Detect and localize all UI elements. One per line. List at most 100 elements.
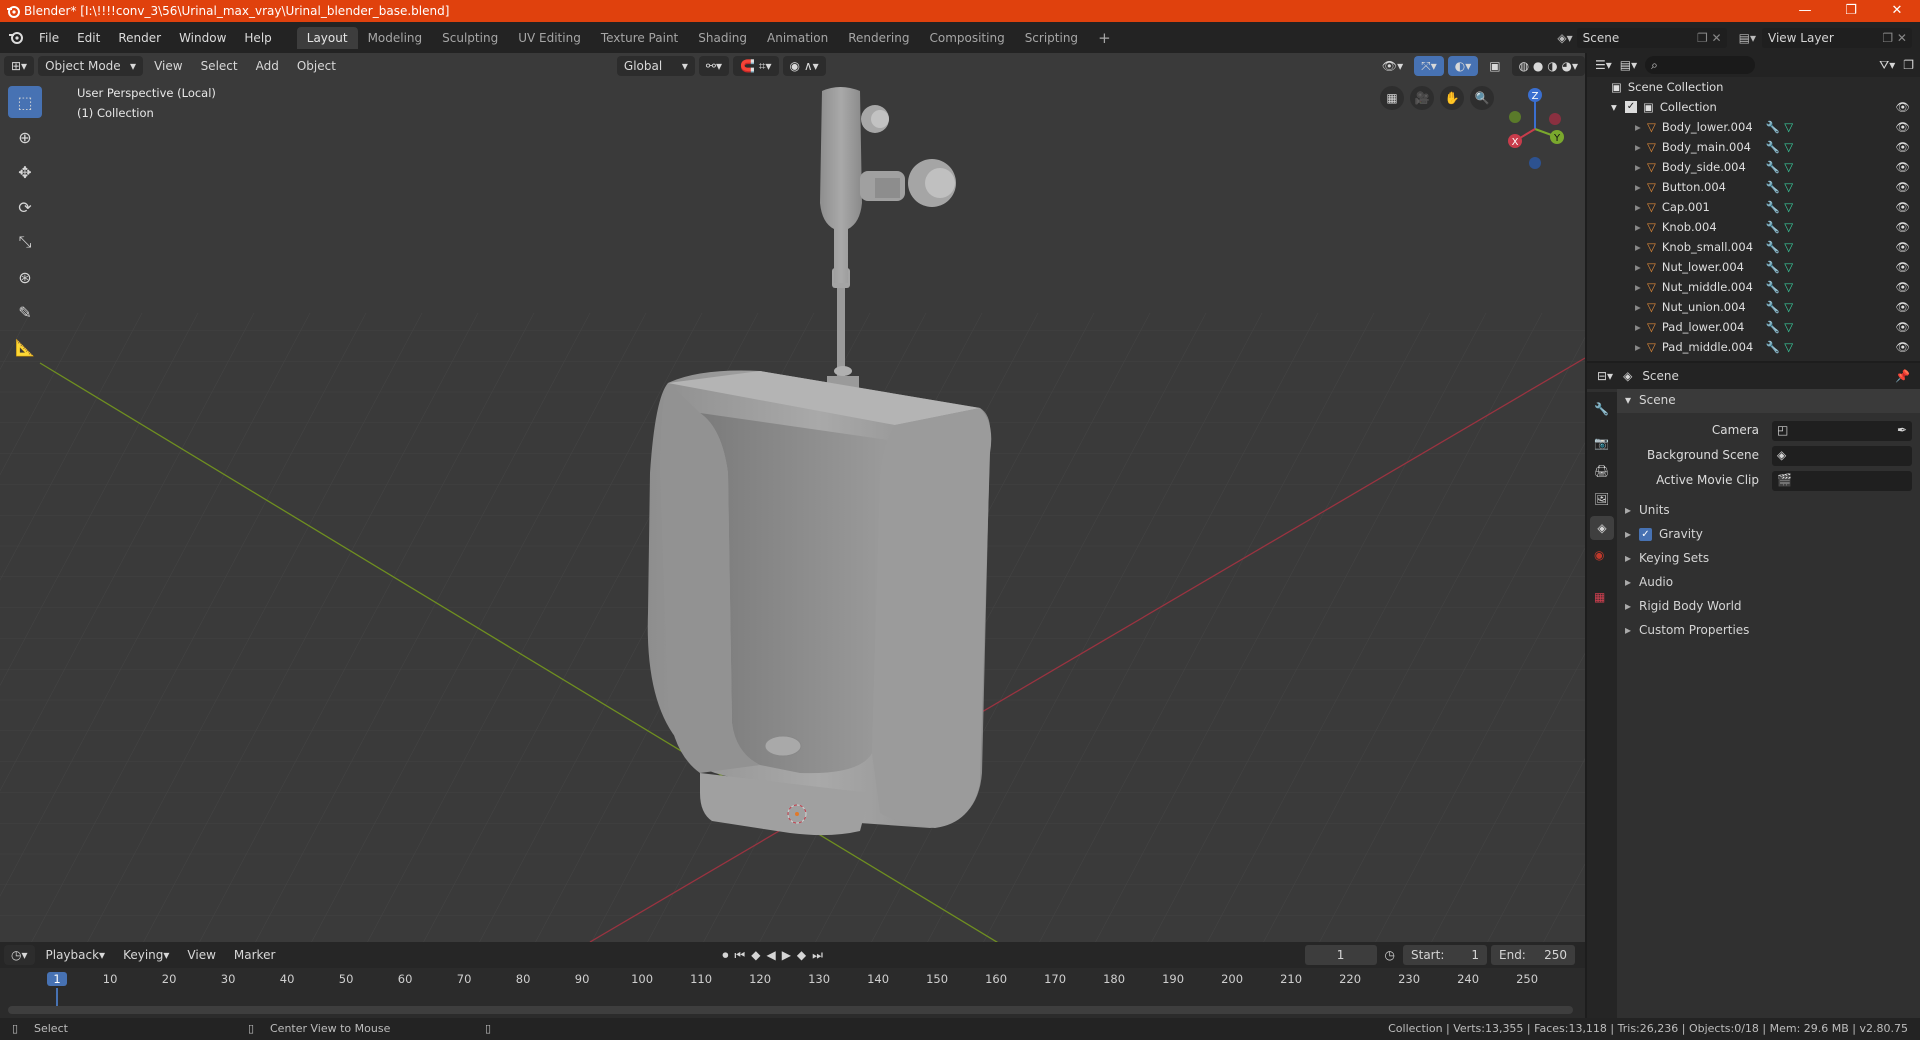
tab-compositing[interactable]: Compositing [919, 27, 1014, 49]
tab-world[interactable]: ◉ [1594, 548, 1604, 562]
urinal-model[interactable] [647, 370, 992, 836]
add-workspace-button[interactable]: + [1088, 25, 1121, 51]
timeline-menu-playback[interactable]: Playback ▾ [39, 945, 113, 965]
orientation-dropdown[interactable]: Global ▾ [616, 56, 695, 76]
outliner-object-row[interactable]: ▸ ▽ Pad_middle.004 🔧 ▽ 👁 [1587, 337, 1920, 357]
minimize-button[interactable]: — [1782, 0, 1828, 22]
eye-icon[interactable]: 👁 [1895, 180, 1910, 194]
eye-icon[interactable]: 👁 [1895, 120, 1910, 134]
scene-panel-header[interactable]: ▾ Scene [1617, 389, 1920, 413]
outliner-object-row[interactable]: ▸ ▽ Body_main.004 🔧 ▽ 👁 [1587, 137, 1920, 157]
eye-icon[interactable]: 👁 [1895, 100, 1910, 114]
select-box-tool[interactable]: ⬚ [8, 86, 42, 118]
new-collection-icon[interactable]: ❐ [1903, 58, 1914, 72]
mesh-data-icon[interactable]: ▽ [1784, 220, 1793, 234]
tab-modeling[interactable]: Modeling [358, 27, 433, 49]
gravity-checkbox[interactable]: ✓ [1639, 528, 1652, 541]
navigation-gizmo[interactable]: Z Y X [1495, 81, 1565, 171]
overlay-toggle-button[interactable]: ◐▾ [1447, 56, 1479, 76]
gizmo-toggle-button[interactable]: ⤧▾ [1414, 56, 1444, 76]
mesh-data-icon[interactable]: ▽ [1784, 300, 1793, 314]
menu-file[interactable]: File [30, 31, 68, 45]
grid-view-icon[interactable]: ▦ [1380, 86, 1404, 110]
mesh-data-icon[interactable]: ▽ [1784, 240, 1793, 254]
outliner-object-row[interactable]: ▸ ▽ Knob.004 🔧 ▽ 👁 [1587, 217, 1920, 237]
clock-icon[interactable]: ◷ [1385, 948, 1395, 962]
scale-tool[interactable]: ⤡ [8, 226, 42, 258]
eye-icon[interactable]: 👁 [1895, 280, 1910, 294]
tab-tool[interactable]: 🔧 [1594, 402, 1609, 416]
shading-mode-buttons[interactable]: ◍ ● ◑ ◕▾ [1511, 56, 1585, 76]
display-mode-icon[interactable]: ▤▾ [1620, 58, 1637, 72]
outliner-collection[interactable]: ▾ ✓ ▣ Collection 👁 [1587, 97, 1920, 117]
3d-viewport[interactable]: ⊞▾ Object Mode ▾ View Select Add Object G… [0, 53, 1585, 942]
expand-arrow-icon[interactable]: ▸ [1635, 260, 1647, 274]
tab-scene[interactable]: ◈ [1590, 516, 1614, 540]
pivot-point-button[interactable]: ⚯▾ [698, 56, 729, 76]
mesh-data-icon[interactable]: ▽ [1784, 120, 1793, 134]
view-layer-close-icon[interactable]: ❐ ✕ [1882, 28, 1912, 48]
expand-arrow-icon[interactable]: ▸ [1635, 200, 1647, 214]
expand-arrow-icon[interactable]: ▸ [1635, 280, 1647, 294]
modifier-wrench-icon[interactable]: 🔧 [1766, 220, 1780, 234]
menu-render[interactable]: Render [109, 31, 170, 45]
outliner-object-row[interactable]: ▸ ▽ Body_lower.004 🔧 ▽ 👁 [1587, 117, 1920, 137]
scene-close-icon[interactable]: ❐ ✕ [1697, 28, 1727, 48]
outliner-object-row[interactable]: ▸ ▽ Knob_small.004 🔧 ▽ 👁 [1587, 237, 1920, 257]
timeline-editor-type-button[interactable]: ◷▾ [4, 945, 35, 965]
active-movie-clip-field[interactable]: 🎬 [1772, 471, 1912, 491]
subpanel-audio[interactable]: ▸ Audio [1617, 572, 1920, 594]
annotate-tool[interactable]: ✎ [8, 296, 42, 328]
modifier-wrench-icon[interactable]: 🔧 [1766, 320, 1780, 334]
start-frame-field[interactable]: Start: 1 [1403, 945, 1487, 965]
mesh-data-icon[interactable]: ▽ [1784, 340, 1793, 354]
timeline-ruler[interactable]: 1 10 20 30 40 50 60 70 80 90 100 110 120 130 140 150 160… [0, 968, 1585, 1012]
subpanel-units[interactable]: ▸ Units [1617, 500, 1920, 522]
eye-icon[interactable]: 👁 [1895, 140, 1910, 154]
menu-help[interactable]: Help [235, 31, 280, 45]
timeline-menu-keying[interactable]: Keying ▾ [116, 945, 176, 965]
object-mode-dropdown[interactable]: Object Mode ▾ [38, 56, 144, 76]
outliner-object-row[interactable]: ▸ ▽ Nut_union.004 🔧 ▽ 👁 [1587, 297, 1920, 317]
subpanel-keying-sets[interactable]: ▸ Keying Sets [1617, 548, 1920, 570]
modifier-wrench-icon[interactable]: 🔧 [1766, 120, 1780, 134]
prev-keyframe-icon[interactable]: ◆ [751, 948, 760, 963]
expand-arrow-icon[interactable]: ▸ [1635, 160, 1647, 174]
expand-arrow-icon[interactable]: ▸ [1635, 120, 1647, 134]
play-icon[interactable]: ▶ [782, 948, 791, 963]
snap-button[interactable]: 🧲 ⌗▾ [733, 56, 779, 76]
viewport-menu-object[interactable]: Object [290, 56, 343, 76]
modifier-wrench-icon[interactable]: 🔧 [1766, 280, 1780, 294]
scene-type-icon[interactable]: ◈▾ [1557, 31, 1572, 45]
mesh-data-icon[interactable]: ▽ [1784, 280, 1793, 294]
mesh-data-icon[interactable]: ▽ [1784, 200, 1793, 214]
zoom-icon[interactable]: 🔍 [1470, 86, 1494, 110]
eye-icon[interactable]: 👁 [1895, 260, 1910, 274]
next-keyframe-icon[interactable]: ◆ [797, 948, 806, 963]
tab-output[interactable]: 🖨 [1594, 464, 1609, 478]
xray-button[interactable]: ▣ [1482, 56, 1507, 76]
pan-hand-icon[interactable]: ✋ [1440, 86, 1464, 110]
mesh-data-icon[interactable]: ▽ [1784, 160, 1793, 174]
outliner-object-row[interactable]: ▸ ▽ Nut_middle.004 🔧 ▽ 👁 [1587, 277, 1920, 297]
camera-field[interactable]: ◰ ✒ [1772, 421, 1912, 441]
mesh-data-icon[interactable]: ▽ [1784, 180, 1793, 194]
tab-animation[interactable]: Animation [757, 27, 838, 49]
modifier-wrench-icon[interactable]: 🔧 [1766, 300, 1780, 314]
subpanel-gravity[interactable]: ▸ ✓ Gravity [1617, 524, 1920, 546]
viewport-menu-view[interactable]: View [147, 56, 189, 76]
subpanel-rigid-body-world[interactable]: ▸ Rigid Body World [1617, 596, 1920, 618]
tab-uv-editing[interactable]: UV Editing [508, 27, 591, 49]
subpanel-custom-properties[interactable]: ▸ Custom Properties [1617, 620, 1920, 642]
visibility-button[interactable]: 👁▾ [1375, 56, 1410, 76]
outliner-object-row[interactable]: ▸ ▽ Body_side.004 🔧 ▽ 👁 [1587, 157, 1920, 177]
tab-sculpting[interactable]: Sculpting [432, 27, 508, 49]
jump-start-icon[interactable]: ⏮ [734, 948, 745, 963]
eye-icon[interactable]: 👁 [1895, 340, 1910, 354]
transform-tool[interactable]: ⊛ [8, 261, 42, 293]
tab-layout[interactable]: Layout [296, 26, 358, 49]
blender-menu-icon[interactable] [0, 28, 30, 48]
move-tool[interactable]: ✥ [8, 156, 42, 188]
tab-render[interactable]: 📷 [1594, 436, 1609, 450]
timeline-menu-view[interactable]: View [180, 945, 222, 965]
